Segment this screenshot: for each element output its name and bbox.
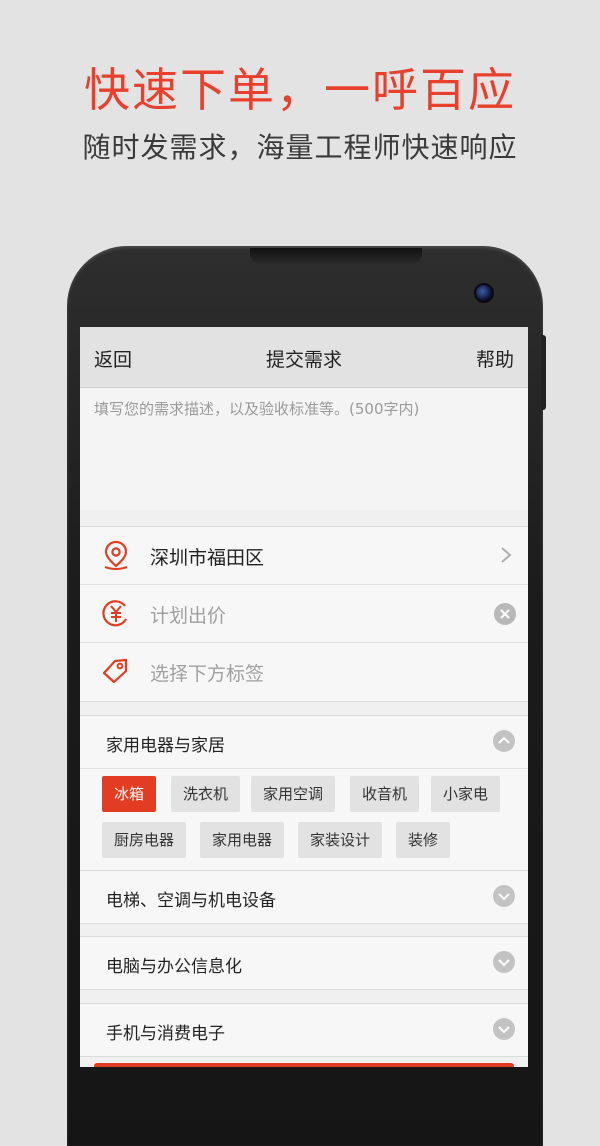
page-title: 提交需求 (265, 349, 342, 371)
category-computers-office: 电脑与办公信息化 (80, 936, 528, 990)
location-pin-icon (104, 540, 128, 570)
location-value: 深圳市福田区 (150, 547, 265, 569)
divider (80, 768, 528, 769)
category-title: 电脑与办公信息化 (106, 957, 242, 977)
tag-chip[interactable]: 收音机 (350, 776, 420, 812)
category-home-appliances: 家用电器与家居 冰箱 洗衣机 家用空调 收音机 小家电 厨房电器 家用电器 家装… (80, 715, 528, 871)
category-mobile-electronics: 手机与消费电子 (80, 1003, 528, 1057)
tag-icon (102, 658, 128, 684)
tag-row[interactable]: 选择下方标签 (80, 643, 528, 700)
chevron-up-icon[interactable] (493, 730, 515, 752)
tag-placeholder: 选择下方标签 (150, 663, 265, 685)
tag-chip[interactable]: 家用空调 (251, 776, 336, 812)
category-header[interactable]: 电脑与办公信息化 (80, 937, 528, 989)
category-title: 电梯、空调与机电设备 (106, 891, 276, 911)
location-row[interactable]: 深圳市福田区 (80, 527, 528, 584)
tag-chip[interactable]: 洗衣机 (171, 776, 241, 812)
chevron-right-icon (501, 547, 512, 563)
tag-chip[interactable]: 家用电器 (200, 822, 285, 858)
description-placeholder: 填写您的需求描述，以及验收标准等。(500字内) (94, 400, 420, 418)
tag-chip[interactable]: 厨房电器 (102, 822, 187, 858)
phone-camera (474, 283, 494, 303)
tag-chip[interactable]: 小家电 (431, 776, 501, 812)
price-row[interactable]: 计划出价 (80, 585, 528, 642)
category-elevators-hvac: 电梯、空调与机电设备 (80, 870, 528, 924)
help-button[interactable]: 帮助 (476, 345, 514, 372)
chevron-down-icon[interactable] (493, 885, 515, 907)
category-header[interactable]: 电梯、空调与机电设备 (80, 871, 528, 923)
category-title: 手机与消费电子 (106, 1024, 225, 1044)
tag-chip-selected[interactable]: 冰箱 (102, 776, 157, 812)
description-textarea[interactable]: 填写您的需求描述，以及验收标准等。(500字内) (80, 388, 528, 510)
tag-chip[interactable]: 家装设计 (298, 822, 383, 858)
price-input[interactable]: 计划出价 (150, 601, 226, 628)
clear-icon[interactable] (494, 603, 516, 625)
chevron-down-icon[interactable] (493, 1018, 515, 1040)
chevron-down-icon[interactable] (493, 951, 515, 973)
promo-title: 快速下单，一呼百应 (84, 63, 516, 117)
category-header[interactable]: 家用电器与家居 (80, 716, 528, 768)
navbar: 返回 提交需求 帮助 (80, 327, 528, 388)
app-screen: 返回 提交需求 帮助 填写您的需求描述，以及验收标准等。(500字内) 深圳市福… (80, 327, 528, 1067)
submit-button[interactable] (94, 1063, 514, 1067)
phone-speaker (250, 248, 422, 264)
yen-icon (102, 600, 127, 627)
category-title: 家用电器与家居 (106, 736, 225, 756)
tag-chip[interactable]: 装修 (396, 822, 451, 858)
category-header[interactable]: 手机与消费电子 (80, 1004, 528, 1056)
phone-side-button (541, 335, 546, 410)
order-form: 深圳市福田区 计划出价 选择下方标签 (80, 526, 528, 702)
promo-subtitle: 随时发需求，海量工程师快速响应 (82, 131, 518, 164)
